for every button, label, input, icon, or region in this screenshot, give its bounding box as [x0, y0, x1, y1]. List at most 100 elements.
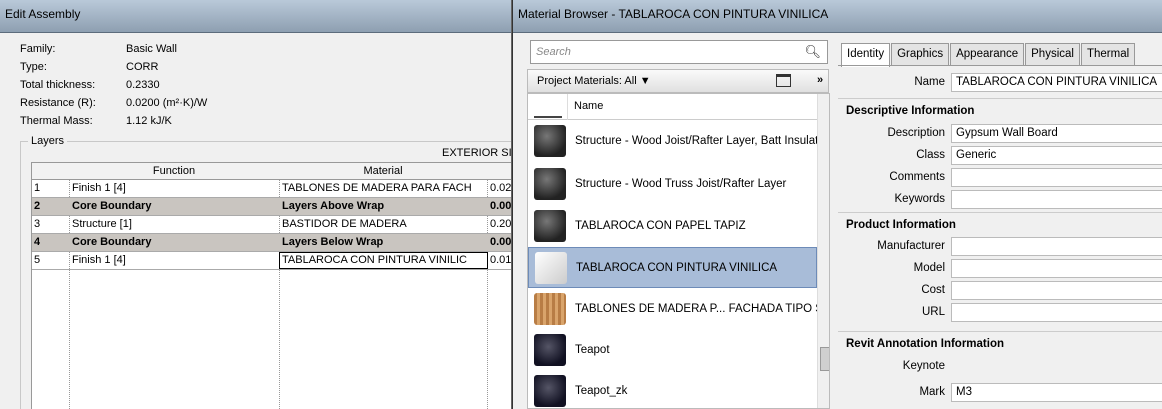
description-field[interactable]: Gypsum Wall Board	[951, 124, 1162, 143]
row-material[interactable]: BASTIDOR DE MADERA	[282, 218, 486, 230]
comments-row: Comments	[838, 168, 1162, 188]
material-thumbnail	[534, 210, 566, 242]
header-material[interactable]: Material	[279, 165, 487, 177]
material-name: Structure - Wood Joist/Rafter Layer, Bat…	[575, 135, 819, 147]
row-material-selected[interactable]: TABLAROCA CON PINTURA VINILIC	[279, 252, 488, 269]
edit-assembly-title: Edit Assembly	[0, 0, 511, 33]
description-row: Description Gypsum Wall Board	[838, 124, 1162, 144]
thumbnail-column-header	[528, 94, 568, 120]
prop-key: Family:	[20, 43, 56, 55]
comments-label: Comments	[889, 171, 945, 183]
teapot-thumbnail	[534, 334, 566, 366]
exterior-side-label: EXTERIOR SIDE	[442, 147, 512, 159]
row-function[interactable]: Finish 1 [4]	[72, 182, 277, 194]
prop-value: CORR	[126, 61, 159, 73]
project-materials-bar: Project Materials: All ▼ »	[527, 69, 829, 93]
table-header: Function Material	[32, 163, 511, 180]
row-material[interactable]: Layers Below Wrap	[282, 236, 486, 248]
row-thickness[interactable]: 0.00	[490, 200, 511, 212]
comments-field[interactable]	[951, 168, 1162, 187]
row-function[interactable]: Core Boundary	[72, 200, 277, 212]
section-product: Product Information	[846, 219, 956, 231]
prop-value: 0.0200 (m²·K)/W	[126, 97, 208, 109]
row-thickness[interactable]: 0.01	[490, 254, 511, 266]
material-properties-panel: Identity Graphics Appearance Physical Therma…	[838, 38, 1162, 409]
row-number: 5	[34, 254, 41, 266]
row-material[interactable]: Layers Above Wrap	[282, 200, 486, 212]
description-label: Description	[887, 127, 945, 139]
assembly-properties: Family: Basic Wall Type: CORR Total thickn…	[20, 40, 207, 130]
list-item-selected[interactable]: TABLAROCA CON PINTURA VINILICA	[528, 247, 817, 288]
prop-key: Resistance (R):	[20, 97, 96, 109]
mark-row: Mark M3	[838, 383, 1162, 403]
url-field[interactable]	[951, 303, 1162, 322]
list-item[interactable]: Structure - Wood Truss Joist/Rafter Laye…	[528, 164, 817, 205]
section-divider	[838, 98, 1162, 99]
section-divider	[838, 212, 1162, 213]
table-row[interactable]: 4 Core Boundary Layers Below Wrap 0.00	[32, 234, 511, 252]
list-item[interactable]: TABLAROCA CON PAPEL TAPIZ	[528, 206, 817, 247]
row-function[interactable]: Structure [1]	[72, 218, 277, 230]
cost-field[interactable]	[951, 281, 1162, 300]
material-browser-window: Material Browser - TABLAROCA CON PINTURA…	[512, 0, 1162, 409]
tab-appearance[interactable]: Appearance	[950, 43, 1025, 65]
view-options-icon[interactable]	[776, 74, 791, 87]
tab-thermal[interactable]: Thermal	[1080, 43, 1136, 65]
material-name: TABLAROCA CON PINTURA VINILICA	[576, 262, 778, 274]
list-header: Name	[528, 94, 817, 120]
table-row[interactable]: 2 Core Boundary Layers Above Wrap 0.00	[32, 198, 511, 216]
class-label: Class	[916, 149, 945, 161]
material-thumbnail	[534, 168, 566, 200]
list-item[interactable]: Structure - Wood Joist/Rafter Layer, Bat…	[528, 121, 819, 162]
keynote-label: Keynote	[902, 360, 945, 372]
name-column-header[interactable]: Name	[574, 100, 603, 112]
material-name: Teapot_zk	[575, 385, 628, 397]
section-descriptive: Descriptive Information	[846, 105, 975, 117]
header-function[interactable]: Function	[69, 165, 279, 177]
material-list: Name Structure - Wood Joist/Rafter Layer…	[527, 93, 830, 409]
tab-identity[interactable]: Identity	[841, 43, 891, 67]
material-name: TABLONES DE MADERA P... FACHADA TIPO SID…	[575, 303, 819, 315]
keynote-row: Keynote	[838, 357, 1162, 377]
mark-label: Mark	[919, 386, 945, 398]
tab-graphics[interactable]: Graphics	[891, 43, 950, 65]
edit-assembly-window: Edit Assembly Family: Basic Wall Type: COR…	[0, 0, 512, 409]
row-number: 4	[34, 236, 41, 248]
project-materials-dropdown[interactable]: Project Materials: All ▼	[537, 75, 651, 87]
url-row: URL	[838, 303, 1162, 323]
prop-value: 1.12 kJ/K	[126, 115, 172, 127]
table-row[interactable]: 1 Finish 1 [4] TABLONES DE MADERA PARA F…	[32, 180, 511, 198]
row-thickness[interactable]: 0.20	[490, 218, 511, 230]
list-item[interactable]: Teapot	[528, 330, 817, 371]
layers-table: Function Material 1 Finish 1 [4] TABLONE…	[31, 162, 511, 409]
row-number: 2	[34, 200, 41, 212]
manufacturer-field[interactable]	[951, 237, 1162, 256]
table-row[interactable]: 5 Finish 1 [4] TABLAROCA CON PINTURA VIN…	[32, 252, 511, 270]
name-field[interactable]: TABLAROCA CON PINTURA VINILICA	[951, 73, 1162, 92]
prop-key: Total thickness:	[20, 79, 96, 91]
cost-row: Cost	[838, 281, 1162, 301]
material-thumbnail	[534, 125, 566, 157]
row-function[interactable]: Core Boundary	[72, 236, 277, 248]
keywords-field[interactable]	[951, 190, 1162, 209]
row-function[interactable]: Finish 1 [4]	[72, 254, 277, 266]
row-number: 1	[34, 182, 41, 194]
row-thickness[interactable]: 0.02	[490, 182, 511, 194]
row-thickness[interactable]: 0.00	[490, 236, 511, 248]
property-tabs: Identity Graphics Appearance Physical Therma…	[841, 43, 1136, 67]
row-material[interactable]: TABLONES DE MADERA PARA FACH	[282, 182, 486, 194]
prop-family: Family: Basic Wall	[20, 40, 207, 58]
table-row[interactable]: 3 Structure [1] BASTIDOR DE MADERA 0.20	[32, 216, 511, 234]
layers-label: Layers	[28, 135, 68, 147]
tab-physical[interactable]: Physical	[1025, 43, 1080, 65]
search-input[interactable]: Search 🔍︎	[530, 40, 828, 64]
mark-field[interactable]: M3	[951, 383, 1162, 402]
class-row: Class Generic	[838, 146, 1162, 166]
keywords-label: Keywords	[894, 193, 946, 205]
class-field[interactable]: Generic	[951, 146, 1162, 165]
model-field[interactable]	[951, 259, 1162, 278]
search-icon[interactable]: 🔍︎	[804, 44, 821, 60]
list-item[interactable]: TABLONES DE MADERA P... FACHADA TIPO SID…	[528, 289, 819, 330]
list-item[interactable]: Teapot_zk	[528, 371, 817, 408]
manufacturer-row: Manufacturer	[838, 237, 1162, 257]
